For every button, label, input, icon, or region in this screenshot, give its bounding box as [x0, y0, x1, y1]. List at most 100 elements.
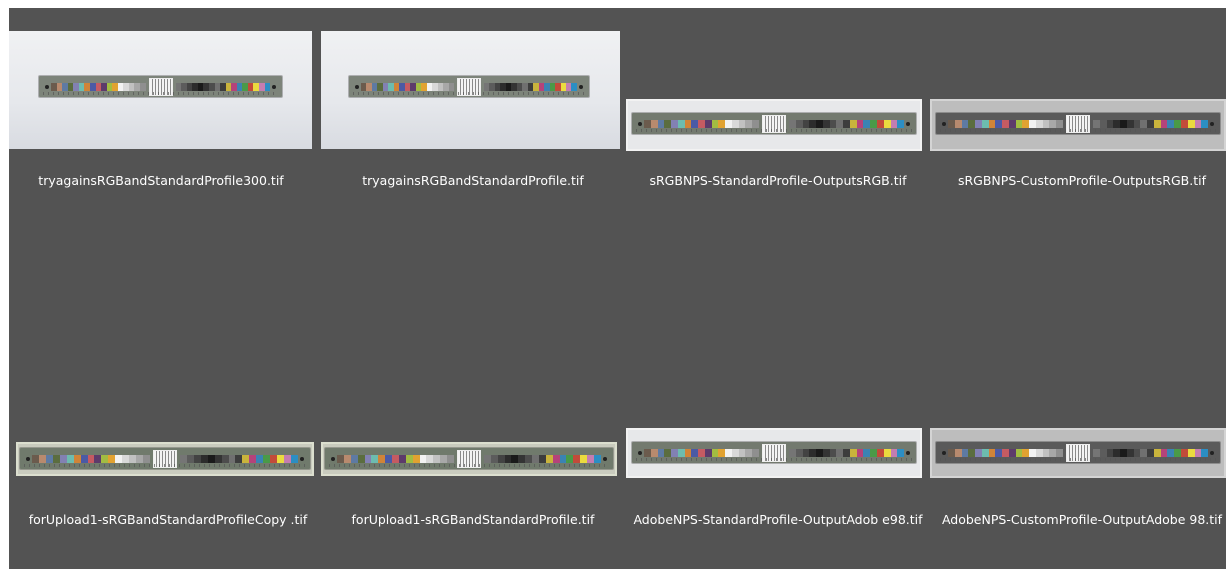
color-patch: [249, 454, 257, 463]
image-thumbnail[interactable]: [626, 99, 922, 151]
color-patch: [731, 119, 739, 128]
color-patch: [856, 119, 864, 128]
registration-dot: [638, 121, 642, 126]
color-patch: [691, 448, 699, 457]
thumbnail-item[interactable]: tryagainsRGBandStandardProfile.tif: [321, 8, 625, 208]
color-patch: [433, 454, 441, 463]
color-patch: [242, 454, 250, 463]
color-patch: [1015, 119, 1023, 128]
color-patch: [545, 454, 553, 463]
color-patch: [822, 119, 830, 128]
registration-dot: [26, 456, 30, 461]
color-target-strip: [349, 76, 589, 97]
color-patch: [975, 119, 982, 128]
color-patch: [829, 448, 837, 457]
image-thumbnail[interactable]: [930, 428, 1226, 478]
thumbnail-item[interactable]: sRGBNPS-StandardProfile-OutputsRGB.tif: [626, 8, 930, 208]
registration-dot: [299, 456, 304, 461]
color-patch: [1201, 448, 1209, 457]
color-patch: [186, 454, 194, 463]
color-patch: [497, 454, 505, 463]
color-patch: [1093, 448, 1100, 457]
image-thumbnail[interactable]: [321, 442, 617, 476]
color-patch: [883, 119, 891, 128]
color-patch: [657, 448, 665, 457]
color-patch: [270, 454, 278, 463]
color-patch: [789, 448, 796, 457]
color-patch: [143, 454, 150, 463]
color-patch: [1140, 448, 1148, 457]
color-patch: [795, 119, 803, 128]
thumbnail-item[interactable]: AdobeNPS-CustomProfile-OutputAdobe 98.ti…: [930, 428, 1226, 568]
color-patch: [677, 119, 685, 128]
color-target-strip: [632, 113, 916, 134]
registration-dot: [638, 450, 642, 455]
color-patch: [816, 448, 823, 457]
color-patch: [1093, 119, 1100, 128]
thumbnail-filename: sRGBNPS-StandardProfile-OutputsRGB.tif: [649, 173, 907, 188]
thumbnail-filename: forUpload1-sRGBandStandardProfileCopy .t…: [28, 512, 308, 527]
color-patch: [863, 448, 871, 457]
color-patch: [1120, 448, 1127, 457]
thumbnail-filename: AdobeNPS-StandardProfile-OutputAdob e98.…: [633, 512, 923, 527]
image-thumbnail[interactable]: [930, 99, 1226, 151]
color-patch: [337, 454, 344, 463]
registration-dot: [355, 84, 359, 89]
thumbnail-item[interactable]: AdobeNPS-StandardProfile-OutputAdob e98.…: [626, 428, 930, 568]
color-patch: [101, 454, 109, 463]
color-patch: [1042, 119, 1050, 128]
color-patch: [954, 448, 962, 457]
thumbnail-item[interactable]: sRGBNPS-CustomProfile-OutputsRGB.tif: [930, 8, 1226, 208]
color-patch: [1153, 119, 1161, 128]
image-thumbnail[interactable]: [626, 428, 922, 478]
thumbnail-item[interactable]: forUpload1-sRGBandStandardProfile.tif: [321, 428, 625, 568]
color-patch: [1022, 119, 1030, 128]
color-patch: [571, 82, 577, 91]
thumbnail-filename: AdobeNPS-CustomProfile-OutputAdobe 98.ti…: [941, 512, 1223, 527]
color-patch: [115, 454, 123, 463]
color-patch: [897, 448, 905, 457]
color-patch: [447, 454, 454, 463]
registration-dot: [906, 450, 911, 455]
thumbnail-item[interactable]: forUpload1-sRGBandStandardProfileCopy .t…: [16, 428, 320, 568]
image-thumbnail[interactable]: [321, 31, 620, 149]
color-patch: [1160, 119, 1168, 128]
color-patch: [440, 454, 447, 463]
color-patch: [350, 454, 358, 463]
thumbnail-filename: forUpload1-sRGBandStandardProfile.tif: [351, 512, 595, 527]
color-patch: [704, 119, 712, 128]
color-patch: [684, 448, 692, 457]
color-patch: [566, 454, 574, 463]
color-patch: [1167, 448, 1175, 457]
thumbnail-item[interactable]: tryagainsRGBandStandardProfile300.tif: [9, 8, 313, 208]
registration-dot: [942, 121, 946, 126]
ruler-marks: [636, 458, 912, 461]
color-patch: [538, 454, 546, 463]
color-patch: [264, 82, 271, 91]
color-patch: [1187, 448, 1195, 457]
color-patch: [1180, 448, 1188, 457]
color-patch: [343, 454, 351, 463]
thumbnail-grid: tryagainsRGBandStandardProfile300.tif tr…: [9, 8, 1226, 569]
color-patch: [1201, 119, 1209, 128]
image-thumbnail[interactable]: [16, 442, 314, 476]
color-patch: [228, 454, 236, 463]
color-patch: [671, 119, 678, 128]
color-patch: [1015, 448, 1023, 457]
color-patch: [483, 454, 491, 463]
color-patch: [1029, 448, 1036, 457]
color-patch: [829, 119, 837, 128]
color-patch: [789, 119, 796, 128]
color-patch: [1022, 448, 1030, 457]
color-patch: [108, 454, 116, 463]
color-patch: [650, 448, 658, 457]
color-target-strip: [936, 442, 1220, 463]
color-patch: [1174, 119, 1181, 128]
image-thumbnail[interactable]: [9, 31, 312, 149]
color-patch: [290, 454, 298, 463]
color-patch: [836, 448, 844, 457]
color-target-strip: [39, 76, 282, 97]
color-patch: [38, 454, 46, 463]
color-patch: [711, 448, 719, 457]
color-patch: [80, 454, 88, 463]
